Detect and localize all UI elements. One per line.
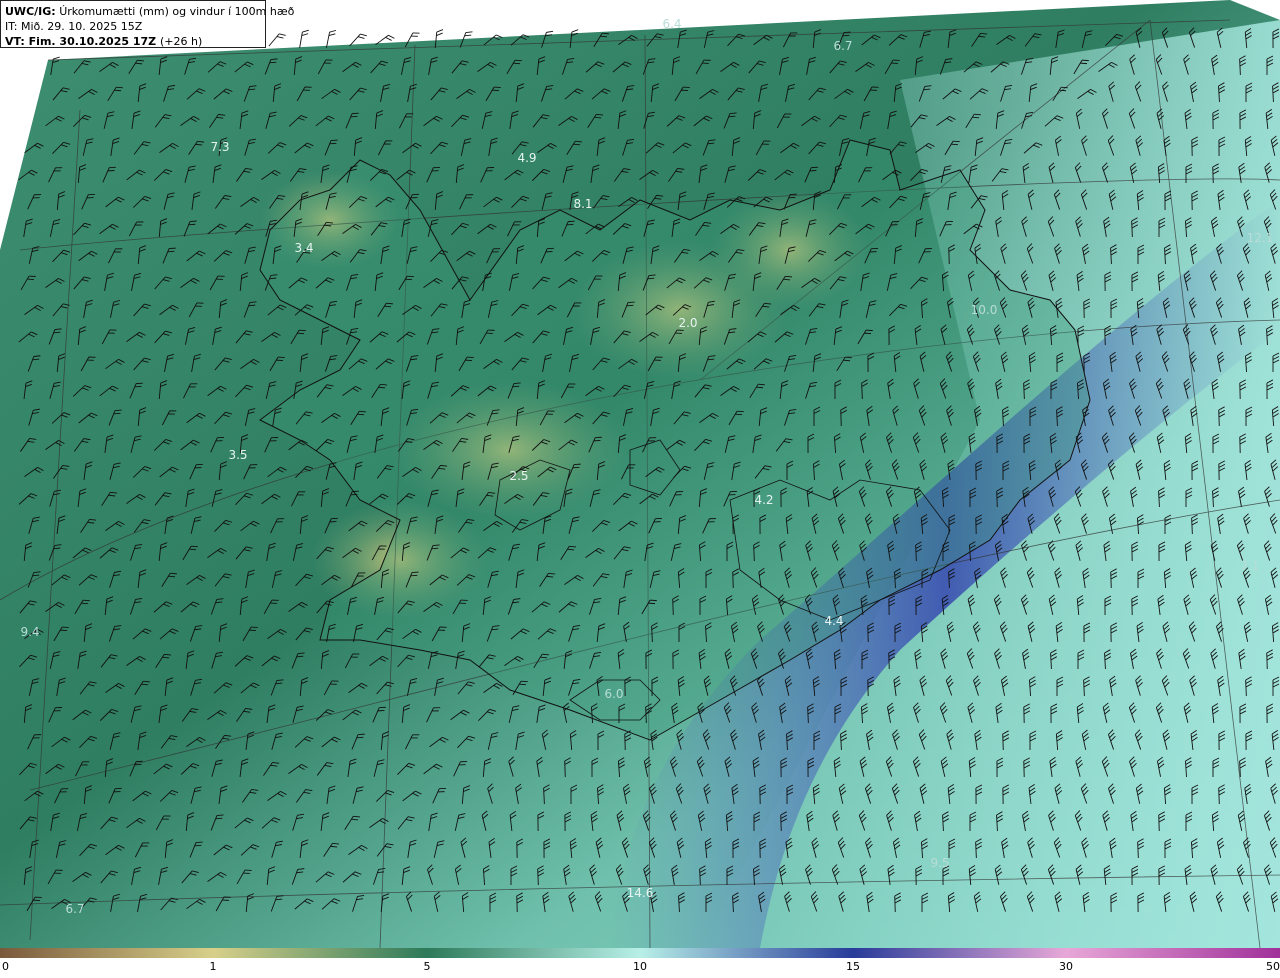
map-value-label: 6.7 xyxy=(833,39,853,53)
map-value-label: 4.9 xyxy=(517,151,537,165)
colorbar-tick-label: 50 xyxy=(1266,960,1280,973)
map-value-label: 6.7 xyxy=(65,902,85,916)
init-time: IT: Mið. 29. 10. 2025 15Z xyxy=(5,20,143,33)
lead-time: (+26 h) xyxy=(159,35,203,48)
colorbar-tick-label: 1 xyxy=(209,960,217,973)
map-value-label: 6.0 xyxy=(604,687,624,701)
map-value-label: 8.1 xyxy=(573,197,593,211)
wind-barb xyxy=(268,33,286,47)
valid-label: VT: xyxy=(5,35,25,48)
forecast-info-box: UWC/IG: Úrkomumætti (mm) og vindur í 100… xyxy=(0,0,294,48)
map-value-label: 2.0 xyxy=(678,316,698,330)
map-value-label: 4.2 xyxy=(754,493,774,507)
forecast-map xyxy=(0,0,1280,948)
map-value-label: 3.4 xyxy=(294,241,314,255)
colorbar-tick-label: 15 xyxy=(846,960,860,973)
map-value-label: 2.5 xyxy=(509,469,529,483)
map-value-label: 10.0 xyxy=(970,303,998,317)
colorbar-tick-label: 30 xyxy=(1059,960,1073,973)
map-value-label: 9.5 xyxy=(930,856,950,870)
map-value-label: 3.5 xyxy=(228,448,248,462)
colorbar-tick-label: 10 xyxy=(633,960,647,973)
wind-barb xyxy=(299,29,309,48)
model-name: UWC/IG: xyxy=(5,5,56,18)
map-value-label: 7.1 xyxy=(1240,559,1260,573)
map-value-label: 7.3 xyxy=(210,140,230,154)
product-title: Úrkomumætti (mm) og vindur í 100m hæð xyxy=(59,5,295,18)
colorbar-tick-label: 0 xyxy=(2,960,9,973)
map-value-label: 12.1 xyxy=(1246,231,1274,245)
map-value-label: 9.4 xyxy=(20,625,40,639)
map-value-label: 14.6 xyxy=(626,886,654,900)
valid-time: Fim. 30.10.2025 17Z xyxy=(28,35,157,48)
precip-colorbar xyxy=(0,948,1280,958)
colorbar-ticks: 0 1 5 10 15 30 50 xyxy=(0,960,1280,978)
map-value-label: 4.4 xyxy=(824,614,844,628)
colorbar-tick-label: 5 xyxy=(423,960,431,973)
map-value-label: 6.4 xyxy=(662,17,682,31)
